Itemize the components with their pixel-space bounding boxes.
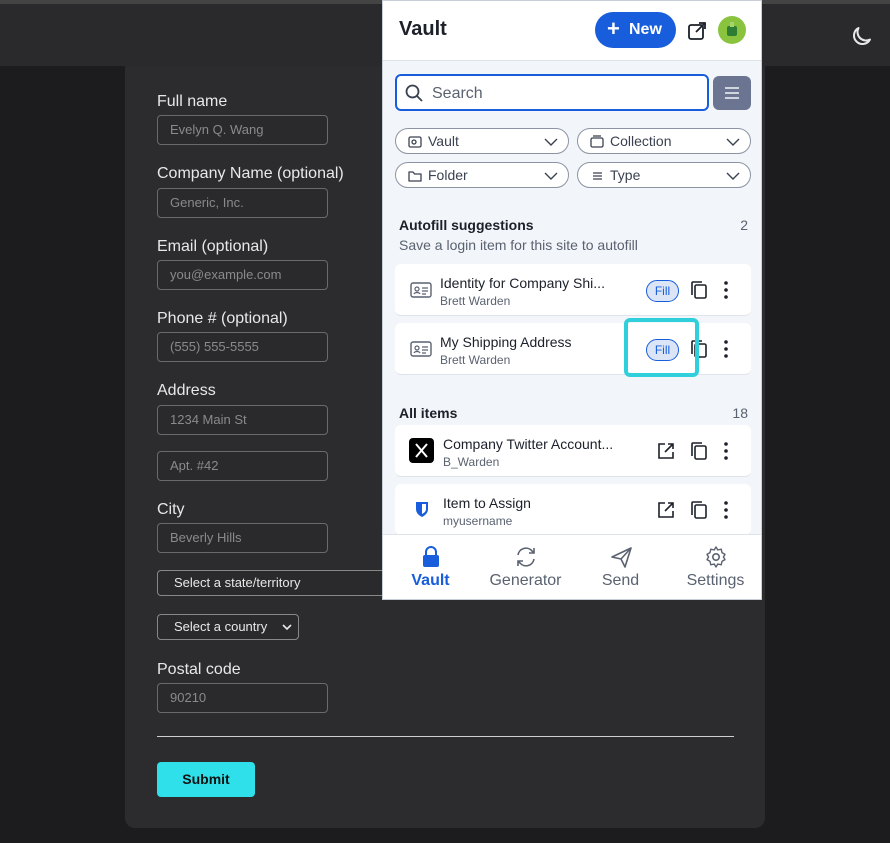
more-options-icon[interactable]	[721, 280, 731, 300]
bottom-nav: Vault Generator Send Settings	[383, 534, 761, 599]
plus-icon: +	[607, 16, 620, 41]
autofill-section-title: Autofill suggestions	[399, 217, 534, 233]
email-label: Email (optional)	[157, 238, 269, 255]
list-icon	[593, 172, 602, 180]
city-input[interactable]: Beverly Hills	[157, 523, 328, 553]
nav-send-label: Send	[601, 572, 640, 589]
address1-input[interactable]: 1234 Main St	[157, 405, 328, 435]
copy-icon[interactable]	[690, 280, 708, 300]
nav-generator[interactable]: Generator	[478, 535, 573, 599]
chevron-down-icon	[726, 138, 740, 146]
autofill-count: 2	[740, 217, 748, 233]
id-card-icon	[410, 282, 432, 298]
address-label: Address	[157, 382, 216, 399]
fill-button[interactable]: Fill	[646, 280, 679, 302]
copy-icon[interactable]	[690, 441, 708, 461]
popup-header: Vault + New	[383, 1, 761, 61]
nav-vault-label: Vault	[411, 572, 450, 589]
all-items-count: 18	[732, 405, 748, 421]
filter-icon	[725, 87, 739, 99]
new-button-label: New	[629, 21, 662, 38]
item-username: Brett Warden	[440, 353, 511, 367]
id-card-icon	[410, 341, 432, 357]
collection-filter[interactable]: Collection	[577, 128, 751, 154]
type-filter-label: Type	[610, 167, 641, 183]
list-item[interactable]: Company Twitter Account... B_Warden	[395, 425, 751, 477]
search-input[interactable]: Search	[395, 74, 709, 111]
nav-settings[interactable]: Settings	[668, 535, 761, 599]
item-username: B_Warden	[443, 455, 500, 469]
submit-button[interactable]: Submit	[157, 762, 255, 797]
chevron-down-icon	[544, 172, 558, 180]
phone-input[interactable]: (555) 555-5555	[157, 332, 328, 362]
address2-input[interactable]: Apt. #42	[157, 451, 328, 481]
nav-send[interactable]: Send	[573, 535, 668, 599]
item-username: Brett Warden	[440, 294, 511, 308]
full-name-input[interactable]: Evelyn Q. Wang	[157, 115, 328, 145]
postal-label: Postal code	[157, 661, 241, 678]
state-select[interactable]: Select a state/territory	[157, 570, 397, 596]
nav-vault[interactable]: Vault	[383, 535, 478, 599]
item-name: Company Twitter Account...	[443, 436, 614, 452]
moon-icon[interactable]	[850, 24, 874, 48]
vault-filter-label: Vault	[428, 133, 459, 149]
city-label: City	[157, 501, 185, 518]
search-placeholder: Search	[432, 85, 483, 102]
popout-icon[interactable]	[687, 21, 707, 41]
new-button[interactable]: + New	[595, 12, 676, 48]
item-name: My Shipping Address	[440, 334, 572, 350]
popup-title: Vault	[399, 18, 447, 40]
x-logo-icon	[409, 438, 434, 463]
item-name: Identity for Company Shi...	[440, 275, 605, 291]
avatar-icon	[727, 22, 737, 36]
postal-input[interactable]: 90210	[157, 683, 328, 713]
send-icon	[611, 547, 632, 568]
filter-toggle-button[interactable]	[713, 76, 751, 110]
divider	[157, 736, 734, 737]
all-items-section-title: All items	[399, 405, 458, 421]
fill-button-highlight	[624, 318, 699, 377]
shield-icon	[416, 502, 428, 517]
avatar[interactable]	[718, 16, 746, 44]
search-icon	[405, 84, 423, 102]
full-name-label: Full name	[157, 93, 228, 110]
item-name: Item to Assign	[443, 495, 531, 511]
launch-icon[interactable]	[657, 442, 675, 460]
folder-filter[interactable]: Folder	[395, 162, 569, 188]
list-item[interactable]: Item to Assign myusername	[395, 484, 751, 536]
autofill-subtitle: Save a login item for this site to autof…	[399, 237, 638, 253]
more-options-icon[interactable]	[721, 500, 731, 520]
chevron-down-icon	[544, 138, 558, 146]
company-input[interactable]: Generic, Inc.	[157, 188, 328, 218]
copy-icon[interactable]	[690, 500, 708, 520]
folder-icon	[408, 171, 422, 182]
gear-icon	[706, 546, 726, 568]
vault-filter[interactable]: Vault	[395, 128, 569, 154]
collection-icon	[590, 135, 604, 148]
nav-settings-label: Settings	[686, 572, 745, 589]
lock-icon	[423, 546, 439, 567]
country-select-label: Select a country	[174, 619, 268, 634]
item-username: myusername	[443, 514, 513, 528]
type-filter[interactable]: Type	[577, 162, 751, 188]
nav-generator-label: Generator	[489, 572, 562, 589]
launch-icon[interactable]	[657, 501, 675, 519]
vault-popup: Vault + New Search Vault Collection Fold…	[382, 0, 762, 600]
chevron-down-icon	[282, 624, 292, 631]
more-options-icon[interactable]	[721, 339, 731, 359]
chevron-down-icon	[726, 172, 740, 180]
country-select[interactable]: Select a country	[157, 614, 299, 640]
folder-filter-label: Folder	[428, 167, 468, 183]
phone-label: Phone # (optional)	[157, 310, 288, 327]
vault-icon	[408, 136, 422, 148]
more-options-icon[interactable]	[721, 441, 731, 461]
email-input[interactable]: you@example.com	[157, 260, 328, 290]
list-item[interactable]: Identity for Company Shi... Brett Warden…	[395, 264, 751, 316]
collection-filter-label: Collection	[610, 133, 672, 149]
refresh-icon	[517, 547, 535, 567]
company-label: Company Name (optional)	[157, 165, 344, 182]
